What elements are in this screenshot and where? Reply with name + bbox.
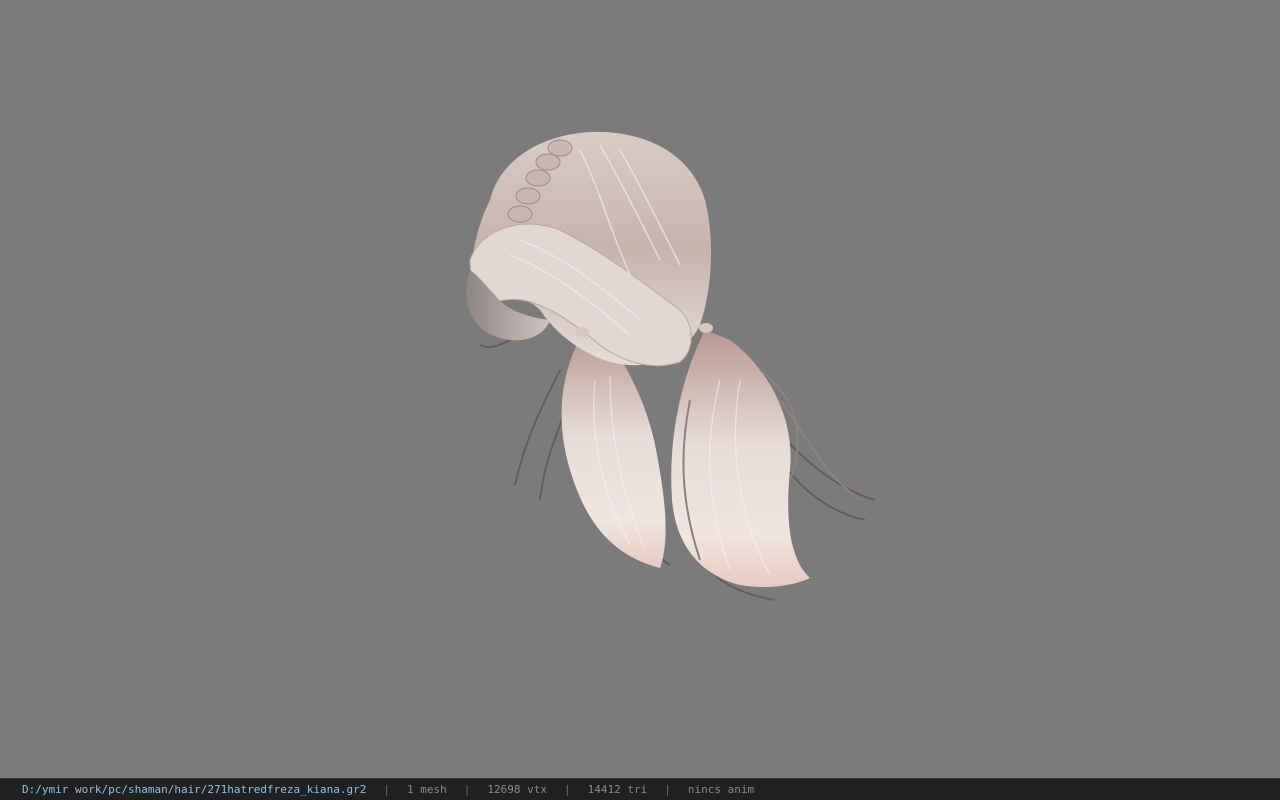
file-path: D:/ymir work/pc/shaman/hair/271hatredfre…	[22, 783, 367, 796]
status-separator: |	[563, 783, 571, 796]
vertex-count: 12698 vtx	[487, 783, 547, 796]
status-bar: D:/ymir work/pc/shaman/hair/271hatredfre…	[0, 778, 1280, 800]
hair-model-render[interactable]	[0, 0, 1280, 778]
triangle-count: 14412 tri	[587, 783, 648, 796]
animation-status: nincs anim	[687, 783, 755, 796]
hair-right-ponytail	[671, 330, 810, 588]
hair-tie-left	[575, 327, 589, 337]
hair-tie-right	[699, 323, 713, 333]
mesh-count: 1 mesh	[407, 783, 447, 796]
status-separator: |	[463, 783, 471, 796]
status-separator: |	[664, 783, 671, 796]
status-separator: |	[383, 783, 390, 796]
3d-viewport[interactable]	[0, 0, 1280, 778]
